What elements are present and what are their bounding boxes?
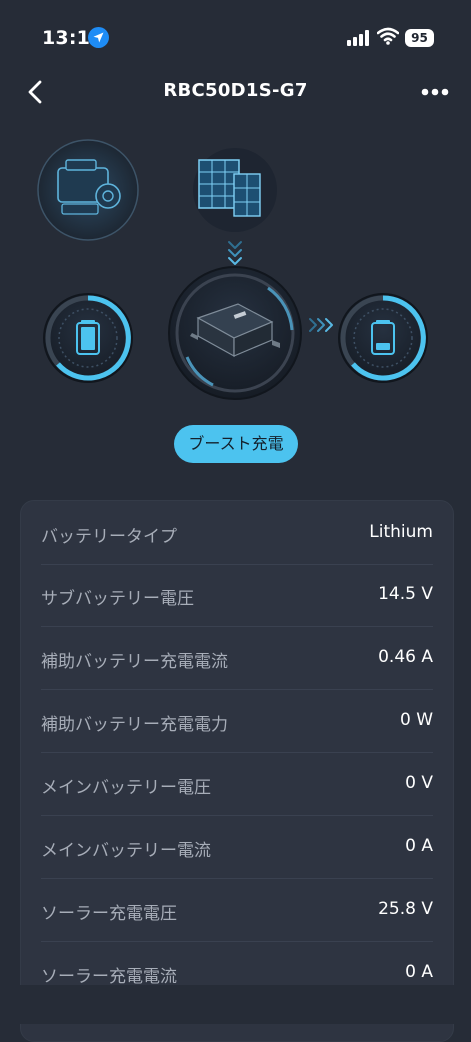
page-title: RBC50D1S-G7 <box>163 80 308 101</box>
info-value: 14.5 V <box>378 584 433 604</box>
info-label: メインバッテリー電圧 <box>41 778 211 798</box>
arrow-right-icon <box>309 318 333 332</box>
arrow-down-icon <box>228 241 242 265</box>
more-horizontal-icon[interactable] <box>420 82 450 102</box>
info-label: メインバッテリー電流 <box>41 841 211 861</box>
info-row-solar-voltage: ソーラー充電電圧 25.8 V <box>41 879 433 942</box>
info-value: 0 A <box>405 836 433 856</box>
info-row-sub-battery-voltage: サブバッテリー電圧 14.5 V <box>41 564 433 627</box>
info-row-aux-charge-current: 補助バッテリー充電電流 0.46 A <box>41 627 433 690</box>
battery-icon: 95 <box>405 29 434 47</box>
info-row-main-battery-current: メインバッテリー電流 0 A <box>41 816 433 879</box>
battery-info-card: バッテリータイプ Lithium サブバッテリー電圧 14.5 V 補助バッテリ… <box>20 500 454 1042</box>
wifi-icon <box>377 27 399 45</box>
main-battery-gauge <box>338 293 428 383</box>
info-label: サブバッテリー電圧 <box>41 589 194 609</box>
engine-icon <box>37 139 139 241</box>
bottom-safe-area <box>0 985 471 1024</box>
info-value: 0 V <box>405 773 433 793</box>
auxiliary-battery-gauge <box>43 293 133 383</box>
cellular-signal-icon <box>347 30 369 46</box>
location-arrow-icon <box>88 27 109 48</box>
info-label: 補助バッテリー充電電流 <box>41 652 228 672</box>
info-label: ソーラー充電電圧 <box>41 904 177 924</box>
info-label: 補助バッテリー充電電力 <box>41 715 228 735</box>
info-value: Lithium <box>369 522 433 542</box>
nav-bar: RBC50D1S-G7 <box>0 70 471 116</box>
info-value: 0 A <box>405 962 433 982</box>
status-bar: 13:11 95 <box>0 0 471 70</box>
info-value: 0 W <box>399 710 433 730</box>
info-value: 25.8 V <box>378 899 433 919</box>
charge-mode-badge: ブースト充電 <box>174 425 298 463</box>
solar-panel-icon <box>193 148 277 232</box>
charger-device-icon <box>168 266 302 400</box>
info-label: ソーラー充電電流 <box>41 967 177 987</box>
info-value: 0.46 A <box>378 647 433 667</box>
info-row-battery-type: バッテリータイプ Lithium <box>41 502 433 565</box>
info-row-aux-charge-power: 補助バッテリー充電電力 0 W <box>41 690 433 753</box>
info-label: バッテリータイプ <box>41 527 177 547</box>
info-row-main-battery-voltage: メインバッテリー電圧 0 V <box>41 753 433 816</box>
